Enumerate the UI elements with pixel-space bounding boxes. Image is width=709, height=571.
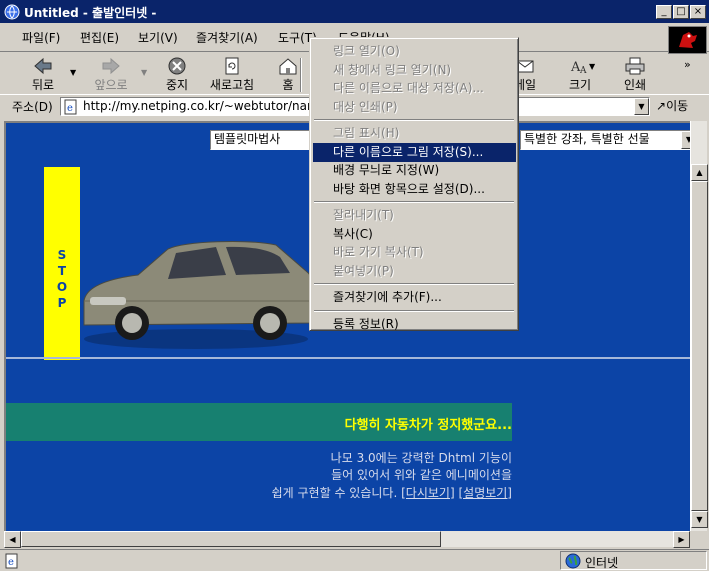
menu-favorites[interactable]: 즐겨찾기(A)	[196, 29, 258, 46]
minimize-button[interactable]: _	[656, 5, 672, 19]
home-icon	[279, 58, 297, 75]
description-line-3: 쉽게 구현할 수 있습니다. [다시보기] [설명보기]	[271, 486, 512, 500]
zone-panel: 인터넷	[560, 551, 707, 570]
menu-view[interactable]: 보기(V)	[138, 29, 178, 46]
description-line-1: 나모 3.0에는 강력한 Dhtml 기능이	[330, 451, 512, 465]
context-menu-item-cut[interactable]: 잘라내기(T)	[313, 206, 516, 225]
toolbar-chevron[interactable]: »	[684, 58, 691, 71]
go-arrow-icon: ↗	[656, 99, 667, 113]
horizon-line	[6, 357, 690, 359]
description-line-2: 들어 있어서 위와 같은 에니메이션을	[331, 468, 512, 482]
banner-text: 다행히 자동차가 정지했군요...	[344, 418, 512, 433]
scroll-left-button[interactable]: ◀	[4, 531, 21, 548]
context-menu-separator	[314, 309, 514, 312]
back-dropdown-arrow[interactable]: ▼	[70, 68, 76, 77]
scroll-up-button[interactable]: ▲	[691, 164, 708, 181]
message-band: 다행히 자동차가 정지했군요...	[6, 403, 512, 441]
window-title: Untitled - 출발인터넷 -	[24, 6, 157, 20]
status-bar: e 인터넷	[0, 549, 709, 571]
context-menu-item-show-picture[interactable]: 그림 표시(H)	[313, 124, 516, 143]
globe-icon	[565, 553, 581, 569]
svg-text:e: e	[8, 557, 14, 568]
font-size-icon: AA	[570, 60, 587, 76]
title-bar[interactable]: Untitled - 출발인터넷 - _ □ ×	[0, 0, 709, 23]
vertical-scrollbar[interactable]: ▲ ▼	[690, 121, 708, 531]
address-label: 주소(D)	[12, 100, 53, 114]
horizontal-scroll-thumb[interactable]	[21, 531, 441, 547]
context-menu-separator	[314, 283, 514, 285]
context-menu: 링크 열기(O) 새 창에서 링크 열기(N) 다른 이름으로 대상 저장(A)..…	[309, 37, 519, 331]
menu-edit[interactable]: 편집(E)	[80, 29, 119, 46]
template-combo[interactable]: 템플릿마법사	[210, 130, 310, 150]
home-button[interactable]: 홈	[275, 56, 301, 93]
scroll-right-button[interactable]: ▶	[673, 531, 690, 548]
browser-app-icon	[4, 4, 20, 20]
toolbar-separator	[300, 58, 302, 92]
address-dropdown-arrow[interactable]: ▼	[634, 98, 649, 115]
print-button[interactable]: 인쇄	[620, 56, 650, 93]
context-menu-item-open-link-new-window[interactable]: 새 창에서 링크 열기(N)	[313, 61, 516, 80]
refresh-icon	[225, 57, 239, 75]
go-button[interactable]: ↗이동	[656, 97, 688, 114]
maximize-button[interactable]: □	[673, 5, 689, 19]
context-menu-item-add-to-favorites[interactable]: 즐겨찾기에 추가(F)...	[313, 288, 516, 307]
car-image[interactable]	[76, 231, 316, 351]
svg-text:e: e	[67, 103, 73, 114]
close-button[interactable]: ×	[690, 5, 706, 19]
context-menu-item-set-as-desktop-item[interactable]: 바탕 화면 항목으로 설정(D)...	[313, 180, 516, 199]
scroll-down-button[interactable]: ▼	[691, 511, 708, 528]
context-menu-item-save-target-as[interactable]: 다른 이름으로 대상 저장(A)...	[313, 79, 516, 98]
menu-file[interactable]: 파일(F)	[22, 29, 60, 46]
back-arrow-icon	[34, 57, 52, 75]
context-menu-item-properties[interactable]: 등록 정보(R)	[313, 315, 516, 334]
context-menu-item-print-target[interactable]: 대상 인쇄(P)	[313, 98, 516, 117]
zone-label: 인터넷	[585, 556, 619, 570]
horizontal-scrollbar[interactable]: ◀ ▶	[4, 531, 690, 548]
context-menu-separator	[314, 201, 514, 203]
page-icon: e	[64, 99, 77, 115]
forward-arrow-icon	[102, 57, 120, 75]
context-menu-item-save-picture-as[interactable]: 다른 이름으로 그림 저장(S)...	[313, 142, 516, 162]
context-menu-separator	[314, 119, 514, 121]
stop-button[interactable]: 중지	[160, 56, 194, 93]
lecture-combo[interactable]: 특별한 강좌, 특별한 선물 ▼	[520, 130, 690, 150]
context-menu-item-copy[interactable]: 복사(C)	[313, 225, 516, 244]
explanation-link[interactable]: [설명보기]	[458, 486, 512, 500]
vertical-scroll-thumb[interactable]	[691, 181, 708, 511]
svg-text:A: A	[579, 66, 587, 76]
forward-dropdown-arrow[interactable]: ▼	[141, 68, 147, 77]
address-value: http://my.netping.co.kr/~webtutor/nam	[83, 99, 319, 113]
lecture-combo-arrow[interactable]: ▼	[681, 131, 690, 149]
context-menu-item-copy-shortcut[interactable]: 바로 가기 복사(T)	[313, 243, 516, 262]
back-button[interactable]: 뒤로	[26, 56, 60, 93]
context-menu-item-open-link[interactable]: 링크 열기(O)	[313, 42, 516, 61]
brand-logo	[668, 26, 707, 54]
forward-button[interactable]: 앞으로	[90, 56, 132, 93]
size-dropdown-arrow[interactable]: ▼	[589, 62, 595, 71]
page-status-icon: e	[5, 553, 18, 569]
stop-text: STOP	[56, 248, 68, 310]
printer-icon	[625, 57, 645, 75]
context-menu-item-set-as-background[interactable]: 배경 무늬로 지정(W)	[313, 161, 516, 180]
context-menu-item-paste[interactable]: 붙여넣기(P)	[313, 262, 516, 281]
stop-icon	[168, 57, 186, 75]
replay-link[interactable]: [다시보기]	[401, 486, 455, 500]
refresh-button[interactable]: 새로고침	[206, 56, 258, 93]
stop-barrier: STOP	[44, 167, 80, 360]
